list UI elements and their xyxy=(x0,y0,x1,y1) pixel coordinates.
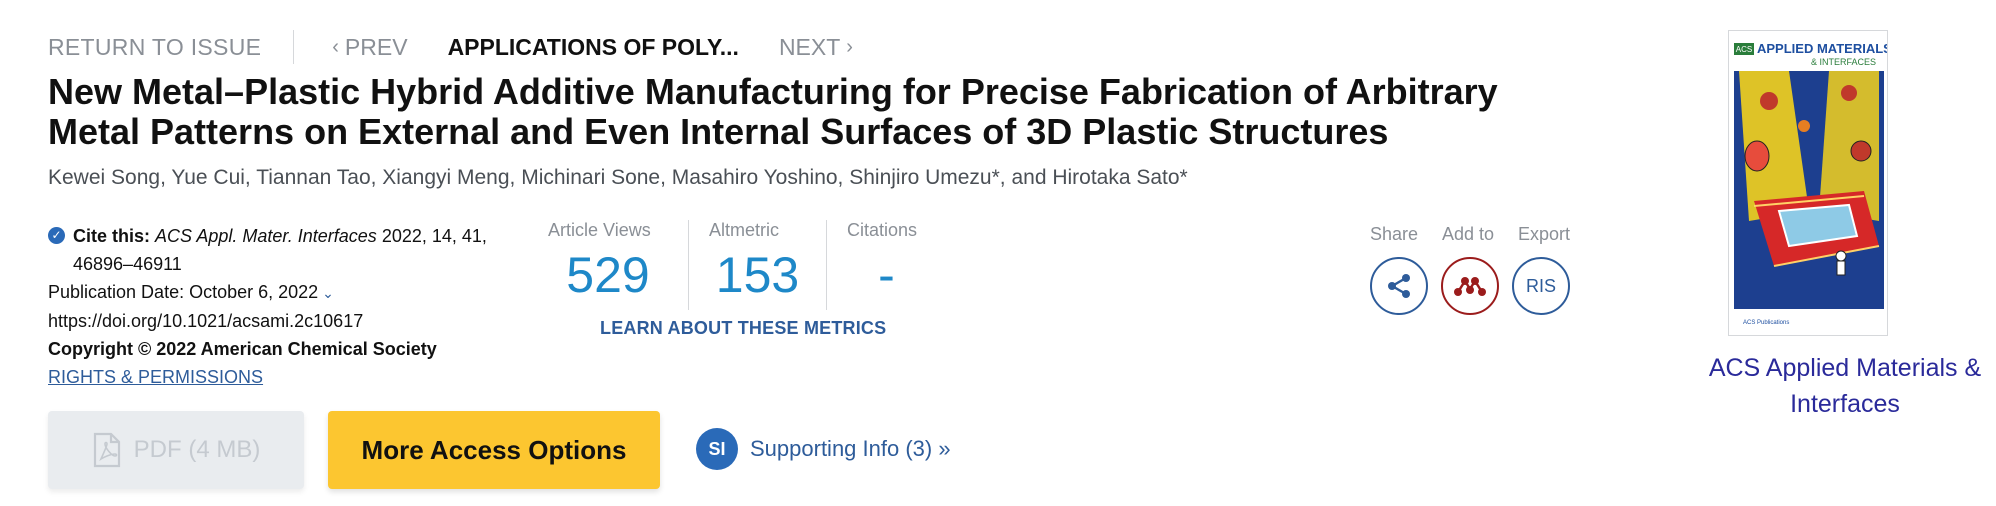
nav-divider xyxy=(293,30,295,64)
prev-article-link[interactable]: ‹ PREV xyxy=(326,34,407,61)
chevron-right-icon: › xyxy=(846,35,853,58)
author-list[interactable]: Kewei Song, Yue Cui, Tiannan Tao, Xiangy… xyxy=(48,166,1188,190)
next-label: NEXT xyxy=(778,33,841,60)
metric-citations: Citations - xyxy=(826,220,946,310)
add-to-label: Add to xyxy=(1441,224,1495,244)
cite-this-row[interactable]: ✓ Cite this: ACS Appl. Mater. Interfaces… xyxy=(48,222,528,278)
metric-label: Altmetric xyxy=(709,220,780,240)
publication-date-row[interactable]: Publication Date: October 6, 2022 ⌄ xyxy=(48,278,528,307)
copyright-notice: Copyright © 2022 American Chemical Socie… xyxy=(48,339,437,359)
chevron-down-icon: ⌄ xyxy=(322,285,334,301)
add-to-mendeley-button[interactable] xyxy=(1441,257,1499,315)
rights-permissions-link[interactable]: RIGHTS & PERMISSIONS xyxy=(48,363,528,391)
more-access-options-button[interactable]: More Access Options xyxy=(328,411,660,489)
cover-badge: ACS xyxy=(1736,45,1752,54)
metric-label: Article Views xyxy=(548,220,651,240)
export-label: Export xyxy=(1517,224,1570,244)
metric-article-views: Article Views 529 xyxy=(548,220,688,310)
chevron-left-icon: ‹ xyxy=(332,35,339,58)
pdf-label: PDF (4 MB) xyxy=(133,436,261,463)
cite-label: Cite this: xyxy=(73,226,151,246)
pdf-file-icon xyxy=(93,432,120,468)
si-badge-icon: SI xyxy=(696,428,738,470)
pdf-download-button[interactable]: PDF (4 MB) xyxy=(48,411,304,489)
share-button[interactable] xyxy=(1370,257,1428,315)
article-metrics: Article Views 529 Altmetric 153 Citation… xyxy=(548,220,946,310)
doi-link[interactable]: https://doi.org/10.1021/acsami.2c10617 xyxy=(48,307,528,335)
journal-abbrev: ACS Appl. Mater. Interfaces xyxy=(155,226,377,246)
share-icon xyxy=(1388,274,1410,298)
current-section-label[interactable]: APPLICATIONS OF POLY... xyxy=(448,34,739,61)
citation-info: ✓ Cite this: ACS Appl. Mater. Interfaces… xyxy=(48,222,528,391)
cover-title-line1: APPLIED MATERIALS xyxy=(1757,41,1888,56)
learn-about-metrics-link[interactable]: LEARN ABOUT THESE METRICS xyxy=(600,318,886,339)
metric-value: 529 xyxy=(566,247,650,303)
export-ris-button[interactable]: RIS xyxy=(1512,257,1570,315)
article-title: New Metal–Plastic Hybrid Additive Manufa… xyxy=(48,71,1498,152)
share-label: Share xyxy=(1370,224,1419,244)
journal-cover-image[interactable]: ACS APPLIED MATERIALS & INTERFACES ACS P… xyxy=(1728,30,1888,336)
metric-label: Citations xyxy=(847,220,918,240)
supporting-info-link[interactable]: SI Supporting Info (3) » xyxy=(696,428,951,470)
cover-artwork: ACS APPLIED MATERIALS & INTERFACES ACS P… xyxy=(1729,31,1888,335)
prev-label: PREV xyxy=(344,33,408,60)
mendeley-icon xyxy=(1454,277,1486,296)
cover-publisher: ACS Publications xyxy=(1743,320,1789,326)
cover-title-line2: & INTERFACES xyxy=(1811,57,1876,67)
metric-value[interactable]: 153 xyxy=(709,245,806,305)
ris-label: RIS xyxy=(1525,275,1556,296)
article-actions: Share Add to Export RIS xyxy=(1370,224,1570,315)
journal-name-link[interactable]: ACS Applied Materials & Interfaces xyxy=(1700,350,1990,422)
issue-navigation: RETURN TO ISSUE ‹ PREV APPLICATIONS OF P… xyxy=(48,30,859,64)
next-article-link[interactable]: NEXT › xyxy=(779,34,859,61)
metric-value: - xyxy=(878,247,895,303)
publication-date: Publication Date: October 6, 2022 xyxy=(48,282,319,302)
metric-altmetric: Altmetric 153 xyxy=(688,220,826,310)
supporting-info-label: Supporting Info (3) » xyxy=(750,436,951,461)
return-to-issue-link[interactable]: RETURN TO ISSUE xyxy=(48,34,261,61)
check-circle-icon: ✓ xyxy=(48,227,65,244)
